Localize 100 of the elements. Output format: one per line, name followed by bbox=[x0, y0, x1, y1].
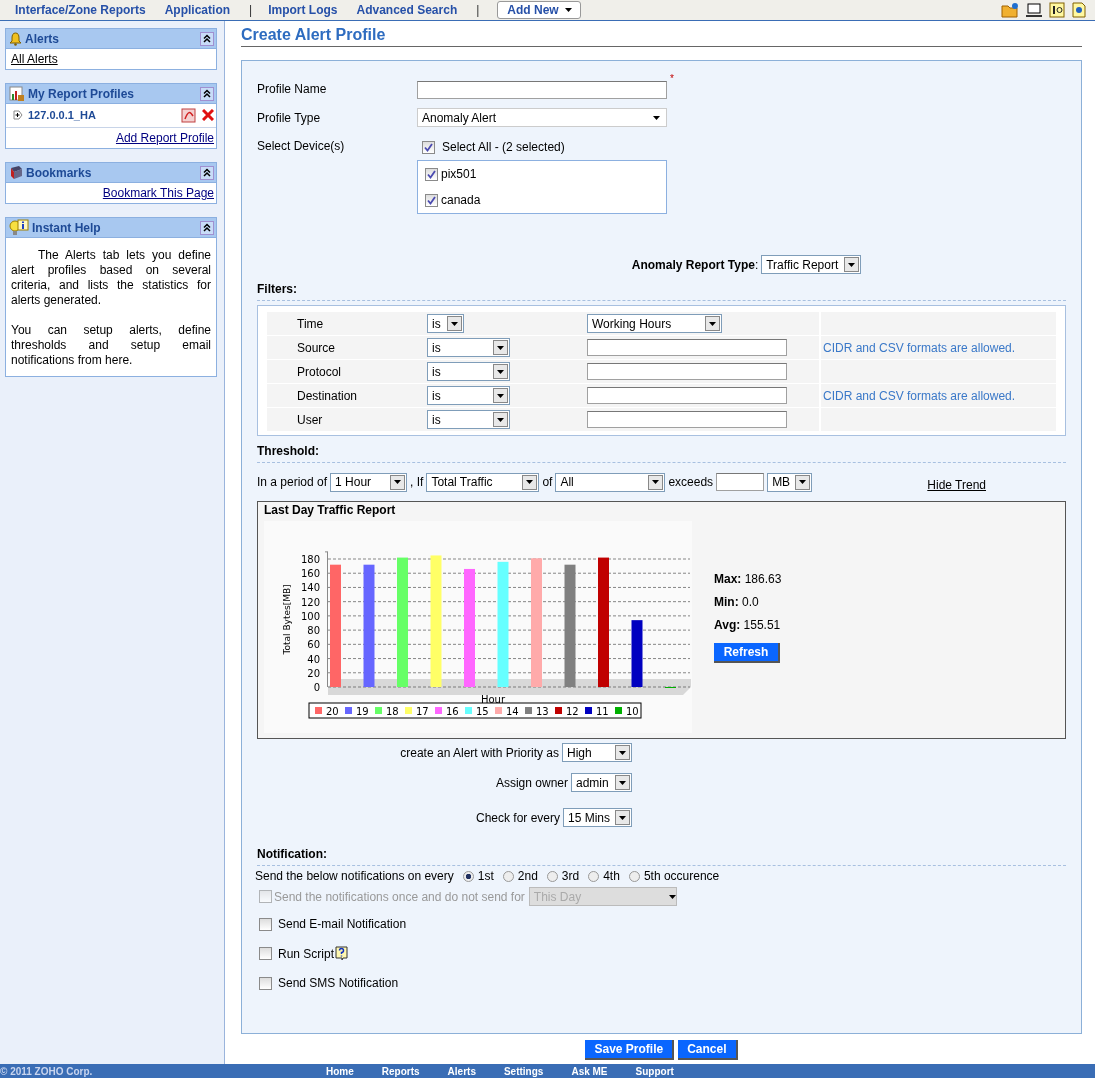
nav-divider: | bbox=[476, 3, 480, 17]
operator-select[interactable]: is bbox=[427, 338, 510, 357]
device-label: canada bbox=[441, 193, 481, 207]
radio-label: 2nd bbox=[517, 869, 538, 883]
y-tick-label: 160 bbox=[300, 568, 320, 580]
caret-icon bbox=[497, 417, 504, 422]
legend-label: 14 bbox=[506, 706, 519, 717]
checkbox[interactable] bbox=[425, 193, 438, 207]
scope-select[interactable]: All bbox=[555, 472, 666, 492]
legend-swatch bbox=[435, 707, 442, 714]
setting-select[interactable]: High bbox=[562, 743, 632, 762]
operator-select[interactable]: is bbox=[427, 386, 510, 405]
value-field[interactable] bbox=[587, 339, 787, 356]
legend-label: 18 bbox=[386, 706, 399, 717]
radio-button[interactable] bbox=[628, 870, 640, 882]
legend-label: 10 bbox=[626, 706, 639, 717]
folder-icon[interactable] bbox=[1001, 2, 1019, 18]
profile-name-field[interactable] bbox=[417, 81, 667, 99]
profile-name[interactable]: 127.0.0.1_HA bbox=[28, 109, 176, 121]
nav-link[interactable]: Interface/Zone Reports bbox=[15, 3, 146, 17]
x-axis-title: Hour bbox=[480, 694, 506, 705]
threshold-field[interactable] bbox=[716, 473, 765, 491]
checkbox[interactable] bbox=[425, 167, 438, 181]
required-mark: * bbox=[670, 73, 674, 84]
y-tick-label: 140 bbox=[300, 582, 320, 594]
collapse-button[interactable] bbox=[200, 165, 214, 180]
footer-link[interactable]: Support bbox=[635, 1065, 674, 1077]
metric-select[interactable]: Total Traffic bbox=[426, 472, 540, 492]
value-field[interactable] bbox=[587, 387, 787, 404]
caret-icon bbox=[619, 815, 626, 820]
expand-icon[interactable] bbox=[13, 110, 23, 120]
refresh-button[interactable]: Refresh bbox=[714, 643, 780, 663]
footer-link[interactable]: Ask ME bbox=[571, 1065, 608, 1077]
add-new-button[interactable]: Add New bbox=[497, 1, 581, 19]
operator-select[interactable]: is bbox=[427, 410, 510, 429]
cancel-button[interactable]: Cancel bbox=[678, 1040, 738, 1060]
value-field[interactable] bbox=[587, 363, 787, 380]
nav-link[interactable]: Application bbox=[164, 3, 231, 17]
radio-button[interactable] bbox=[502, 870, 514, 882]
radio-button[interactable] bbox=[546, 870, 558, 882]
help-icon[interactable] bbox=[335, 946, 349, 961]
footer-link[interactable]: Home bbox=[326, 1065, 354, 1077]
value-field[interactable] bbox=[587, 411, 787, 428]
panel-title: My Report Profiles bbox=[28, 86, 136, 101]
document-icon[interactable] bbox=[1071, 2, 1087, 18]
field-label: Assign owner bbox=[495, 775, 568, 790]
sidebar-link[interactable]: All Alerts bbox=[11, 52, 58, 66]
value-select[interactable]: Working Hours bbox=[587, 314, 722, 333]
field-label: of bbox=[542, 475, 553, 489]
nav-link[interactable]: Import Logs bbox=[268, 3, 338, 17]
laptop-icon[interactable] bbox=[1025, 2, 1043, 18]
section-heading: Notification: bbox=[257, 847, 1066, 866]
checkbox[interactable] bbox=[259, 976, 272, 990]
page-title: Create Alert Profile bbox=[241, 21, 1082, 47]
footer-link[interactable]: Reports bbox=[381, 1065, 420, 1077]
caret-icon bbox=[653, 115, 660, 120]
caret-icon bbox=[526, 480, 534, 484]
caret-icon bbox=[619, 780, 626, 785]
checkbox[interactable] bbox=[422, 140, 435, 154]
field-label: Profile Name bbox=[257, 81, 328, 96]
hide-trend-link[interactable]: Hide Trend bbox=[927, 478, 986, 492]
binary-note-icon[interactable] bbox=[1049, 2, 1065, 18]
legend-swatch bbox=[495, 707, 502, 714]
collapse-button[interactable] bbox=[200, 220, 214, 235]
caret-icon bbox=[394, 480, 402, 484]
radio-label: 3rd bbox=[561, 869, 580, 883]
checkbox-label: Run Script bbox=[278, 946, 335, 961]
collapse-button[interactable] bbox=[200, 86, 214, 101]
setting-select[interactable]: 15 Mins bbox=[563, 808, 632, 827]
report-type-select[interactable]: Traffic Report bbox=[761, 255, 862, 274]
legend-swatch bbox=[315, 707, 322, 714]
unit-select[interactable]: MB bbox=[767, 472, 813, 492]
legend-swatch bbox=[555, 707, 562, 714]
period-select[interactable]: 1 Hour bbox=[330, 472, 408, 492]
delete-icon[interactable] bbox=[202, 109, 214, 121]
save-button[interactable]: Save Profile bbox=[585, 1040, 675, 1060]
sidebar-link[interactable]: Bookmark This Page bbox=[102, 186, 214, 200]
y-tick-label: 100 bbox=[300, 610, 320, 622]
radio-button[interactable] bbox=[462, 870, 474, 882]
setting-select[interactable]: admin bbox=[571, 773, 632, 792]
add-profile-link[interactable]: Add Report Profile bbox=[115, 131, 214, 145]
y-axis-title: Total Bytes[MB] bbox=[282, 584, 292, 655]
operator-select[interactable]: is bbox=[427, 362, 510, 381]
collapse-button[interactable] bbox=[200, 31, 214, 46]
legend-swatch bbox=[405, 707, 412, 714]
footer-link[interactable]: Alerts bbox=[447, 1065, 476, 1077]
filter-note: CIDR and CSV formats are allowed. bbox=[822, 388, 1016, 403]
footer-link[interactable]: Settings bbox=[503, 1065, 544, 1077]
pdf-icon[interactable] bbox=[181, 107, 197, 123]
operator-select[interactable]: is bbox=[427, 314, 464, 333]
field-label: exceeds bbox=[668, 475, 714, 489]
checkbox[interactable] bbox=[259, 947, 272, 960]
profile-type-select[interactable]: Anomaly Alert bbox=[417, 108, 667, 127]
caret-icon bbox=[497, 345, 504, 350]
field-label: Profile Type bbox=[257, 110, 322, 125]
radio-button[interactable] bbox=[588, 870, 600, 882]
bar-chart-icon bbox=[9, 85, 25, 102]
lightbulb-info-icon bbox=[9, 218, 29, 237]
checkbox[interactable] bbox=[259, 917, 272, 931]
nav-link[interactable]: Advanced Search bbox=[356, 3, 458, 17]
